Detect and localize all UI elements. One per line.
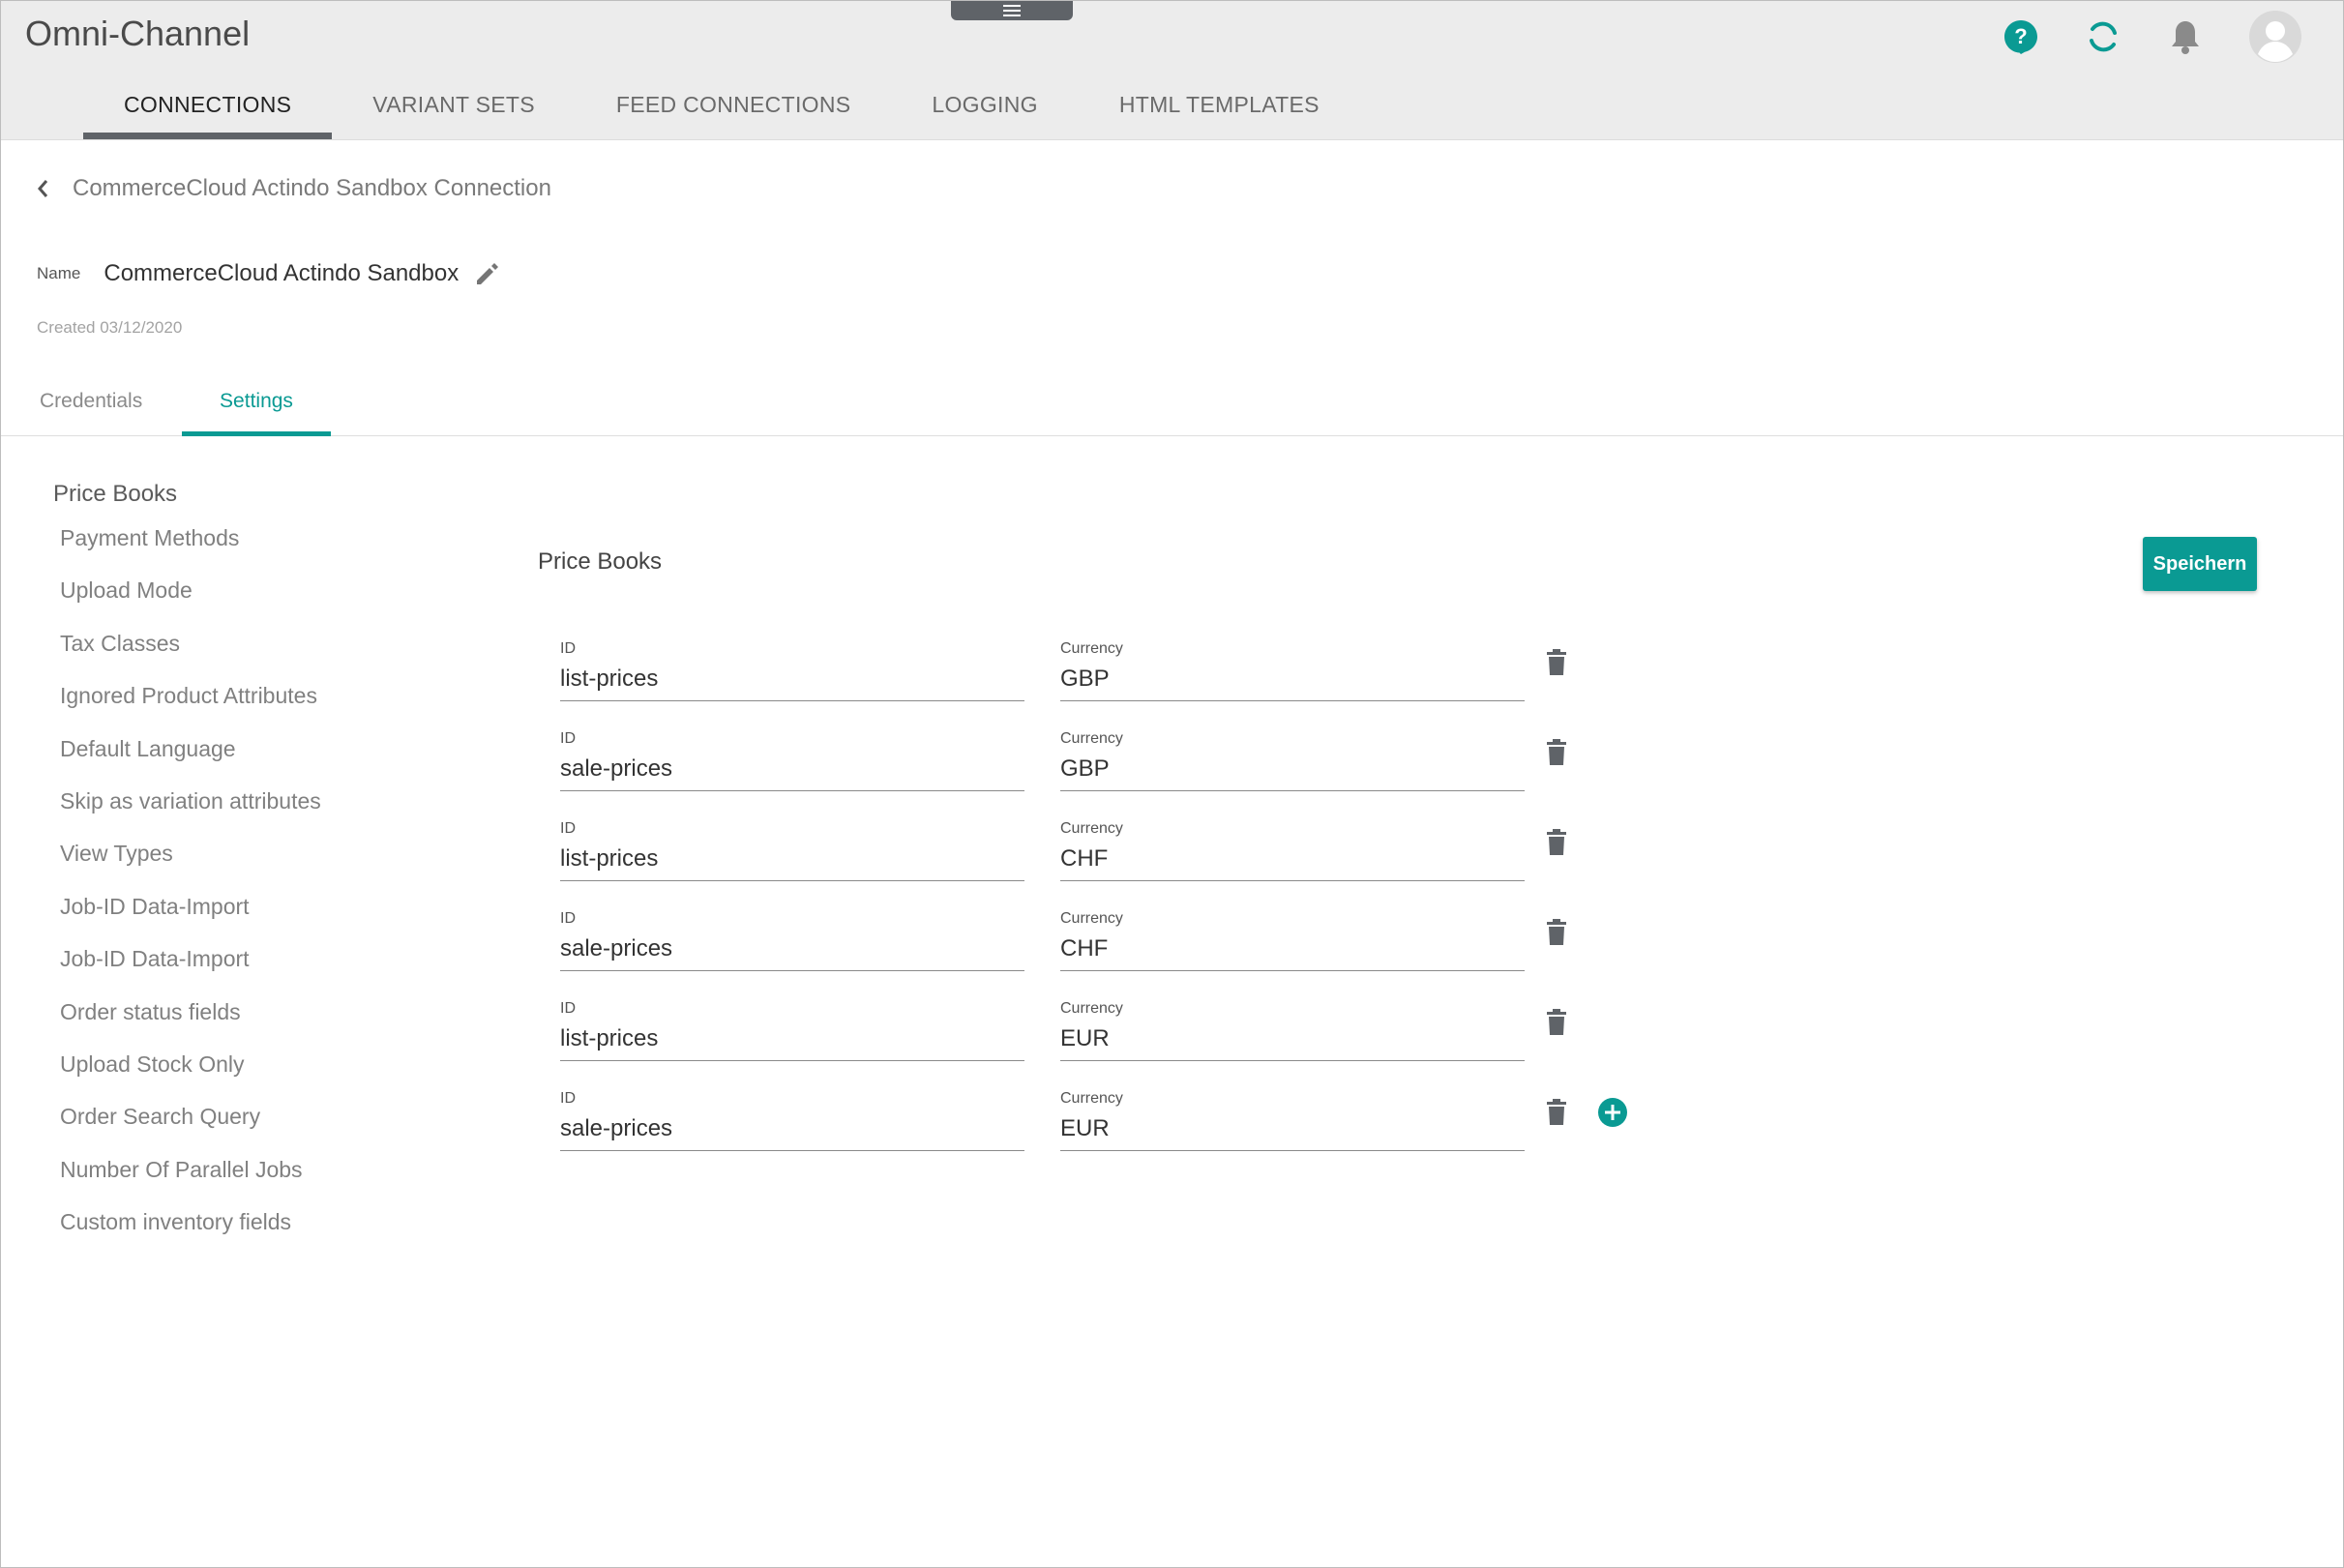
sidebar-item-job-id-data-import-2[interactable]: Job-ID Data-Import xyxy=(53,932,321,985)
sidebar-item-view-types[interactable]: View Types xyxy=(53,827,321,879)
currency-label: Currency xyxy=(1060,1000,1123,1017)
detail-tabs: Credentials Settings xyxy=(1,373,2343,436)
currency-label: Currency xyxy=(1060,1090,1123,1107)
sidebar-item-number-of-parallel-jobs[interactable]: Number Of Parallel Jobs xyxy=(53,1143,321,1196)
avatar-icon[interactable] xyxy=(2247,9,2303,65)
id-label: ID xyxy=(560,640,576,657)
trash-icon[interactable] xyxy=(1540,642,1573,683)
id-field: ID xyxy=(560,1082,1024,1151)
id-label: ID xyxy=(560,1000,576,1017)
trash-icon[interactable] xyxy=(1540,912,1573,953)
tab-connections[interactable]: CONNECTIONS xyxy=(83,82,333,139)
trash-icon[interactable] xyxy=(1540,1002,1573,1043)
currency-label: Currency xyxy=(1060,820,1123,837)
currency-field: Currency xyxy=(1060,813,1525,881)
sidebar-item-default-language[interactable]: Default Language xyxy=(53,723,321,775)
breadcrumb-title: CommerceCloud Actindo Sandbox Connection xyxy=(73,175,551,201)
bell-icon[interactable] xyxy=(2163,15,2208,59)
app-window: Omni-Channel ? CONNECTIONS VARIANT SETS … xyxy=(0,0,2344,1568)
currency-field: Currency xyxy=(1060,1082,1525,1151)
connection-name: CommerceCloud Actindo Sandbox xyxy=(104,260,460,286)
currency-field: Currency xyxy=(1060,723,1525,791)
id-field: ID xyxy=(560,723,1024,791)
sidebar-title[interactable]: Price Books xyxy=(53,477,321,512)
price-book-row: ID Currency xyxy=(560,723,1682,813)
id-label: ID xyxy=(560,1090,576,1107)
sidebar-item-custom-inventory-fields[interactable]: Custom inventory fields xyxy=(53,1196,321,1248)
id-input[interactable] xyxy=(560,662,1024,696)
sidebar-item-job-id-data-import-1[interactable]: Job-ID Data-Import xyxy=(53,880,321,932)
created-date: Created 03/12/2020 xyxy=(37,318,183,337)
sidebar-item-skip-variation-attributes[interactable]: Skip as variation attributes xyxy=(53,775,321,827)
currency-input[interactable] xyxy=(1060,842,1525,876)
add-circle-icon[interactable] xyxy=(1595,1095,1630,1130)
app-title: Omni-Channel xyxy=(25,14,251,53)
connection-name-row: Name CommerceCloud Actindo Sandbox xyxy=(37,258,503,289)
price-book-row: ID Currency xyxy=(560,902,1682,992)
name-label: Name xyxy=(37,264,81,282)
currency-field: Currency xyxy=(1060,633,1525,701)
settings-sidebar: Price Books Payment Methods Upload Mode … xyxy=(53,477,321,1248)
menu-toggle[interactable] xyxy=(951,1,1073,20)
main-nav: CONNECTIONS VARIANT SETS FEED CONNECTION… xyxy=(83,82,1360,139)
trash-icon[interactable] xyxy=(1540,1092,1573,1133)
currency-input[interactable] xyxy=(1060,752,1525,786)
id-field: ID xyxy=(560,633,1024,701)
trash-icon[interactable] xyxy=(1540,732,1573,773)
sidebar-item-tax-classes[interactable]: Tax Classes xyxy=(53,617,321,669)
price-books-list: ID Currency ID Currency xyxy=(560,633,1682,1172)
id-field: ID xyxy=(560,813,1024,881)
sidebar-item-ignored-product-attributes[interactable]: Ignored Product Attributes xyxy=(53,669,321,722)
price-book-row: ID Currency xyxy=(560,1082,1682,1172)
currency-label: Currency xyxy=(1060,640,1123,657)
sidebar-item-order-search-query[interactable]: Order Search Query xyxy=(53,1090,321,1142)
sidebar-item-payment-methods[interactable]: Payment Methods xyxy=(53,512,321,564)
tab-feed-connections[interactable]: FEED CONNECTIONS xyxy=(576,82,891,139)
currency-field: Currency xyxy=(1060,902,1525,971)
help-icon[interactable]: ? xyxy=(1999,15,2043,59)
pencil-icon[interactable] xyxy=(472,258,503,289)
sidebar-item-upload-mode[interactable]: Upload Mode xyxy=(53,564,321,616)
sidebar-item-upload-stock-only[interactable]: Upload Stock Only xyxy=(53,1038,321,1090)
save-button[interactable]: Speichern xyxy=(2143,537,2257,591)
currency-input[interactable] xyxy=(1060,932,1525,966)
currency-label: Currency xyxy=(1060,910,1123,927)
currency-input[interactable] xyxy=(1060,662,1525,696)
price-book-row: ID Currency xyxy=(560,992,1682,1082)
id-input[interactable] xyxy=(560,752,1024,786)
breadcrumb: CommerceCloud Actindo Sandbox Connection xyxy=(30,171,551,206)
svg-text:?: ? xyxy=(2014,24,2027,48)
section-title: Price Books xyxy=(538,548,663,575)
id-input[interactable] xyxy=(560,1111,1024,1146)
id-label: ID xyxy=(560,820,576,837)
id-label: ID xyxy=(560,910,576,927)
id-input[interactable] xyxy=(560,842,1024,876)
id-label: ID xyxy=(560,730,576,747)
id-input[interactable] xyxy=(560,1021,1024,1056)
tab-logging[interactable]: LOGGING xyxy=(891,82,1078,139)
currency-field: Currency xyxy=(1060,992,1525,1061)
id-input[interactable] xyxy=(560,932,1024,966)
currency-input[interactable] xyxy=(1060,1111,1525,1146)
sidebar-item-order-status-fields[interactable]: Order status fields xyxy=(53,986,321,1038)
tab-html-templates[interactable]: HTML TEMPLATES xyxy=(1079,82,1360,139)
id-field: ID xyxy=(560,992,1024,1061)
price-book-row: ID Currency xyxy=(560,813,1682,902)
tab-settings[interactable]: Settings xyxy=(182,373,331,436)
hamburger-icon xyxy=(1003,10,1021,12)
trash-icon[interactable] xyxy=(1540,822,1573,863)
id-field: ID xyxy=(560,902,1024,971)
currency-label: Currency xyxy=(1060,730,1123,747)
sync-icon[interactable] xyxy=(2081,15,2125,59)
currency-input[interactable] xyxy=(1060,1021,1525,1056)
price-book-row: ID Currency xyxy=(560,633,1682,723)
tab-variant-sets[interactable]: VARIANT SETS xyxy=(332,82,576,139)
tab-credentials[interactable]: Credentials xyxy=(40,373,142,435)
chevron-left-icon[interactable] xyxy=(30,171,55,206)
app-header: Omni-Channel ? CONNECTIONS VARIANT SETS … xyxy=(1,1,2343,140)
